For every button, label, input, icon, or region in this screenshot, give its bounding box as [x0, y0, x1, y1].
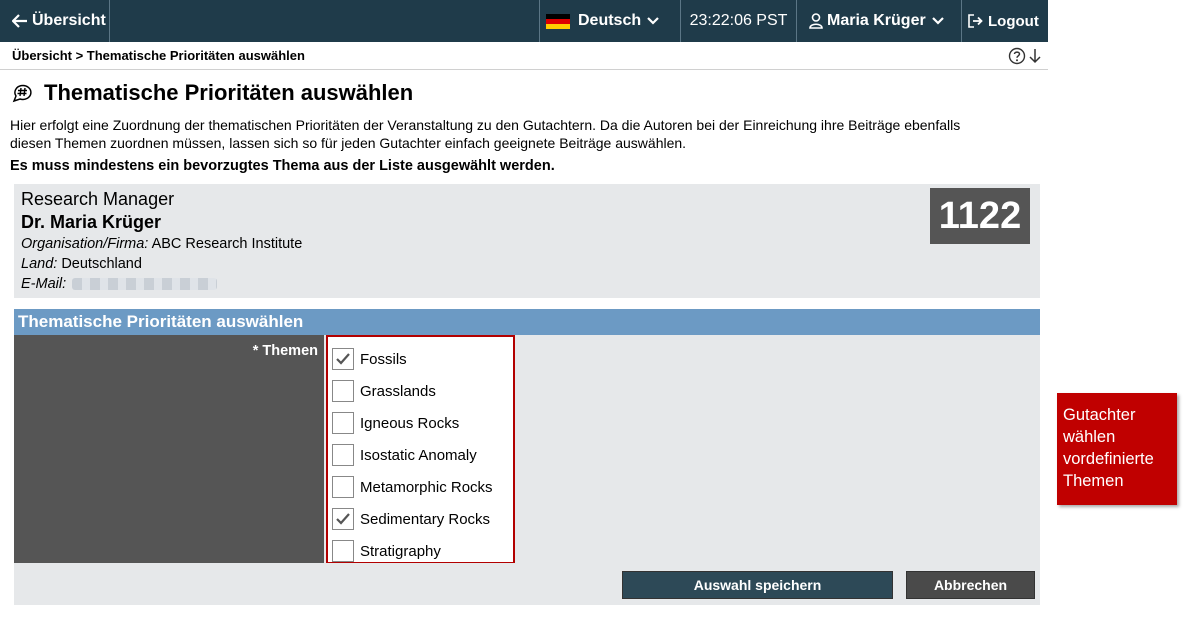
email-redacted: [72, 278, 218, 291]
page-title: Thematische Prioritäten auswählen: [12, 80, 413, 106]
profile-name: Dr. Maria Krüger: [21, 212, 162, 232]
checkmark-icon: [336, 353, 350, 365]
theme-option-label: Fossils: [360, 350, 407, 368]
arrow-down-icon[interactable]: [1028, 47, 1042, 68]
user-name: Maria Krüger: [827, 12, 926, 29]
checkbox-unchecked[interactable]: [332, 412, 354, 434]
logout-label: Logout: [988, 12, 1039, 30]
topbar-spacer: [110, 0, 540, 42]
theme-option-label: Stratigraphy: [360, 542, 441, 560]
org-value: ABC Research Institute: [151, 236, 303, 252]
theme-option-label: Sedimentary Rocks: [360, 510, 491, 528]
theme-option[interactable]: Igneous Rocks: [328, 407, 513, 439]
chevron-down-icon: [647, 17, 659, 25]
back-label: Übersicht: [32, 12, 106, 29]
theme-option[interactable]: Sedimentary Rocks: [328, 503, 513, 535]
language-label: Deutsch: [578, 12, 642, 29]
themes-field-label: * Themen: [252, 343, 318, 359]
org-label: Organisation/Firma:: [21, 236, 149, 252]
german-flag-icon: [546, 13, 570, 29]
breadcrumb-tools: [1008, 47, 1042, 68]
section-body: * Themen: [14, 335, 1040, 563]
profile-organisation: Organisation/Firma: ABC Research Institu…: [18, 234, 1036, 254]
profile-role: Research Manager: [21, 189, 175, 209]
checkbox-unchecked[interactable]: [332, 476, 354, 498]
checkbox-checked[interactable]: [332, 348, 354, 370]
theme-option-label: Metamorphic Rocks: [360, 478, 493, 496]
requirement-notice: Es muss mindestens ein bevorzugtes Thema…: [10, 158, 555, 174]
theme-option[interactable]: Grasslands: [328, 375, 513, 407]
profile-email: E-Mail:: [18, 274, 1036, 294]
help-icon[interactable]: [1008, 47, 1026, 68]
theme-option-label: Isostatic Anomaly: [360, 446, 477, 464]
back-to-overview-button[interactable]: Übersicht: [0, 0, 110, 42]
theme-option[interactable]: Fossils: [328, 343, 513, 375]
theme-option[interactable]: Metamorphic Rocks: [328, 471, 513, 503]
theme-option-label: Grasslands: [360, 382, 436, 400]
country-value: Deutschland: [61, 256, 142, 272]
checkbox-checked[interactable]: [332, 508, 354, 530]
checkbox-unchecked[interactable]: [332, 380, 354, 402]
checkbox-unchecked[interactable]: [332, 540, 354, 562]
save-selection-button[interactable]: Auswahl speichern: [622, 571, 893, 599]
breadcrumb: Übersicht > Thematische Prioritäten ausw…: [0, 42, 1048, 70]
annotation-callout: Gutachter wählen vordefinierte Themen: [1057, 393, 1177, 505]
intro-text: Hier erfolgt eine Zuordnung der thematis…: [10, 117, 961, 151]
reviewer-profile: Research Manager Dr. Maria Krüger Organi…: [14, 184, 1040, 298]
theme-option-label: Igneous Rocks: [360, 414, 460, 432]
user-icon: [809, 13, 823, 29]
chevron-down-icon: [931, 17, 944, 25]
logout-icon: [968, 14, 984, 28]
clock-display: 23:22:06 PST: [681, 0, 797, 42]
breadcrumb-text[interactable]: Übersicht > Thematische Prioritäten ausw…: [12, 48, 305, 63]
section-header: Thematische Prioritäten auswählen: [14, 309, 1040, 335]
profile-country: Land: Deutschland: [18, 254, 1036, 274]
logout-button[interactable]: Logout: [962, 0, 1048, 42]
reviewer-id-badge: 1122: [930, 188, 1030, 244]
checkmark-icon: [336, 513, 350, 525]
cancel-button[interactable]: Abbrechen: [906, 571, 1035, 599]
language-selector[interactable]: Deutsch: [540, 0, 681, 42]
arrow-left-icon: [12, 14, 28, 28]
form-footer: Auswahl speichern Abbrechen: [14, 563, 1040, 605]
checkbox-unchecked[interactable]: [332, 444, 354, 466]
top-nav-bar: Übersicht Deutsch 23:22:06 PST Maria Krü…: [0, 0, 1048, 42]
theme-option[interactable]: Isostatic Anomaly: [328, 439, 513, 471]
topic-hash-icon: [12, 83, 34, 103]
user-menu[interactable]: Maria Krüger: [797, 0, 962, 42]
email-label: E-Mail:: [21, 276, 67, 292]
page-title-text: Thematische Prioritäten auswählen: [44, 80, 414, 105]
country-label: Land:: [21, 256, 58, 272]
themes-checkbox-list: Fossils Grasslands Igneous Rocks Isostatic …: [326, 335, 515, 564]
field-label-column: * Themen: [14, 335, 324, 563]
